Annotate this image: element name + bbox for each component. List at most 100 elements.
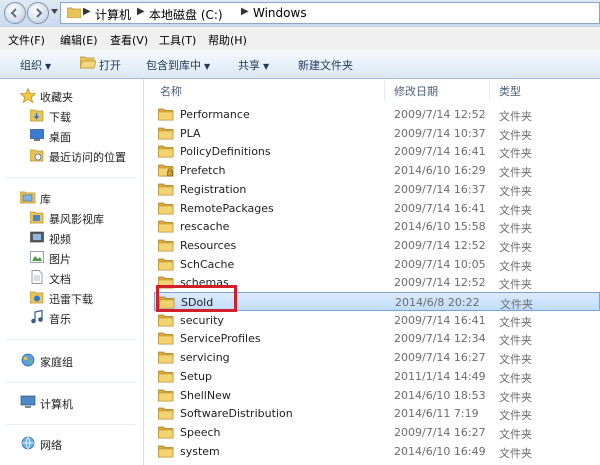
file-row[interactable]: PolicyDefinitions 2009/7/14 16:41 文件夹 — [154, 142, 600, 161]
file-row[interactable]: ServiceProfiles 2009/7/14 12:34 文件夹 — [154, 329, 600, 348]
back-button[interactable] — [4, 2, 26, 24]
folder-icon — [158, 146, 174, 158]
nav-documents[interactable]: 文档 — [0, 269, 143, 287]
file-row[interactable]: PLA 2009/7/14 10:37 文件夹 — [154, 124, 600, 143]
breadcrumb-separator[interactable]: ▶ — [83, 6, 91, 17]
file-row[interactable]: SoftwareDistribution 2014/6/11 7:19 文件夹 — [154, 404, 600, 423]
file-row[interactable]: Performance 2009/7/14 12:52 文件夹 — [154, 105, 600, 124]
file-modified-date: 2014/6/10 16:49 — [394, 444, 486, 458]
address-bar: ▶ 计算机 ▶ 本地磁盘 (C:) ▶ Windows — [0, 0, 600, 28]
organize-label: 组织 — [20, 59, 42, 72]
nav-downloads-label: 下载 — [49, 111, 71, 124]
file-modified-date: 2009/7/14 12:52 — [394, 238, 486, 252]
file-name: system — [180, 444, 220, 458]
breadcrumb-separator[interactable]: ▶ — [137, 6, 145, 17]
nav-divider — [6, 382, 136, 383]
file-modified-date: 2009/7/14 16:27 — [394, 351, 486, 365]
nav-xunlei-downloads[interactable]: 迅雷下载 — [0, 289, 143, 307]
include-in-library-button[interactable]: 包含到库中 ▼ — [146, 57, 210, 73]
file-row[interactable]: rescache 2014/6/10 15:58 文件夹 — [154, 217, 600, 236]
menu-view[interactable]: 查看(V) — [110, 32, 148, 48]
command-bar: 组织 ▼ 打开 包含到库中 ▼ 共享 ▼ 新建文件夹 — [0, 50, 600, 79]
nav-downloads[interactable]: 下载 — [0, 107, 143, 125]
download-folder-icon — [30, 109, 44, 122]
file-type: 文件夹 — [499, 390, 532, 404]
column-divider[interactable] — [489, 79, 490, 101]
chevron-down-icon: ▼ — [263, 62, 270, 71]
column-header-name[interactable]: 名称 — [160, 83, 182, 99]
file-row[interactable]: Resources 2009/7/14 12:52 文件夹 — [154, 236, 600, 255]
file-list: 名称 修改日期 类型 Performance 2009/7/14 12:52 文件夹… — [144, 79, 600, 465]
file-type: 文件夹 — [499, 371, 532, 385]
file-type: 文件夹 — [499, 259, 532, 273]
nav-baofeng-library-label: 暴风影视库 — [49, 213, 104, 226]
nav-music[interactable]: 音乐 — [0, 309, 143, 327]
forward-button[interactable] — [27, 2, 49, 24]
column-divider[interactable] — [384, 79, 385, 101]
file-row[interactable]: security 2009/7/14 16:41 文件夹 — [154, 311, 600, 330]
file-type: 文件夹 — [499, 166, 532, 180]
file-row[interactable]: ShellNew 2014/6/10 18:53 文件夹 — [154, 386, 600, 405]
breadcrumb-local-disk[interactable]: 本地磁盘 (C:) — [149, 6, 223, 23]
share-button[interactable]: 共享 ▼ — [238, 57, 269, 73]
address-field[interactable]: ▶ 计算机 ▶ 本地磁盘 (C:) ▶ Windows — [60, 2, 600, 24]
file-row[interactable]: RemotePackages 2009/7/14 16:41 文件夹 — [154, 199, 600, 218]
file-modified-date: 2009/7/14 16:27 — [394, 425, 486, 439]
menu-file[interactable]: 文件(F) — [8, 32, 45, 48]
menu-edit[interactable]: 编辑(E) — [60, 32, 98, 48]
folder-icon — [67, 7, 81, 18]
navigation-pane: 收藏夹 下载 桌面 最近访问的位置 库 暴风影视库 视频 图片 文档 迅雷下载 … — [0, 79, 144, 465]
file-row[interactable]: Setup 2011/1/14 14:49 文件夹 — [154, 367, 600, 386]
nav-divider — [6, 339, 136, 340]
homegroup-icon — [21, 353, 35, 367]
nav-network[interactable]: 网络 — [0, 435, 143, 453]
file-row[interactable]: system 2014/6/10 16:49 文件夹 — [154, 442, 600, 461]
nav-recent-places[interactable]: 最近访问的位置 — [0, 147, 143, 165]
folder-icon — [158, 370, 174, 383]
nav-baofeng-library[interactable]: 暴风影视库 — [0, 209, 143, 227]
breadcrumb-separator[interactable]: ▶ — [241, 6, 249, 17]
nav-favorites[interactable]: 收藏夹 — [0, 87, 143, 105]
file-modified-date: 2009/7/14 16:41 — [394, 145, 486, 159]
annotation-highlight-box — [156, 285, 237, 312]
music-icon — [31, 310, 43, 324]
nav-libraries-label: 库 — [40, 193, 51, 206]
file-name: Registration — [180, 182, 247, 196]
file-name: Resources — [180, 238, 237, 252]
column-header-date[interactable]: 修改日期 — [394, 83, 438, 99]
file-type: 文件夹 — [499, 278, 532, 292]
file-row[interactable]: Speech 2009/7/14 16:27 文件夹 — [154, 423, 600, 442]
nav-pictures[interactable]: 图片 — [0, 249, 143, 267]
nav-music-label: 音乐 — [49, 313, 71, 326]
nav-homegroup[interactable]: 家庭组 — [0, 352, 143, 370]
nav-desktop[interactable]: 桌面 — [0, 127, 143, 145]
breadcrumb-computer[interactable]: 计算机 — [95, 6, 131, 23]
desktop-icon — [30, 129, 44, 141]
file-row[interactable]: SchCache 2009/7/14 10:05 文件夹 — [154, 255, 600, 274]
file-name: Performance — [180, 108, 250, 121]
nav-videos[interactable]: 视频 — [0, 229, 143, 247]
nav-computer[interactable]: 计算机 — [0, 394, 143, 412]
folder-icon — [158, 314, 174, 327]
back-arrow-icon — [10, 8, 17, 18]
column-header-type[interactable]: 类型 — [499, 83, 521, 99]
video-library-icon — [30, 211, 44, 224]
folder-icon — [158, 445, 174, 457]
file-modified-date: 2009/7/14 12:52 — [394, 276, 486, 290]
nav-libraries[interactable]: 库 — [0, 189, 143, 207]
organize-button[interactable]: 组织 ▼ — [20, 57, 51, 73]
file-name: SoftwareDistribution — [180, 407, 293, 421]
new-folder-button[interactable]: 新建文件夹 — [298, 57, 353, 73]
menu-tools[interactable]: 工具(T) — [159, 32, 196, 48]
file-row[interactable]: Prefetch 2014/6/10 16:29 文件夹 — [154, 161, 600, 180]
file-type: 文件夹 — [499, 427, 532, 441]
chevron-down-icon: ▼ — [204, 62, 211, 71]
recent-pages-dropdown-icon[interactable] — [51, 9, 58, 14]
open-button[interactable]: 打开 — [99, 57, 121, 73]
file-row[interactable]: servicing 2009/7/14 16:27 文件夹 — [154, 348, 600, 367]
file-modified-date: 2014/6/10 18:53 — [394, 388, 486, 402]
folder-icon — [158, 389, 174, 401]
menu-help[interactable]: 帮助(H) — [208, 32, 247, 48]
breadcrumb-windows[interactable]: Windows — [253, 6, 307, 20]
file-row[interactable]: Registration 2009/7/14 16:37 文件夹 — [154, 180, 600, 199]
